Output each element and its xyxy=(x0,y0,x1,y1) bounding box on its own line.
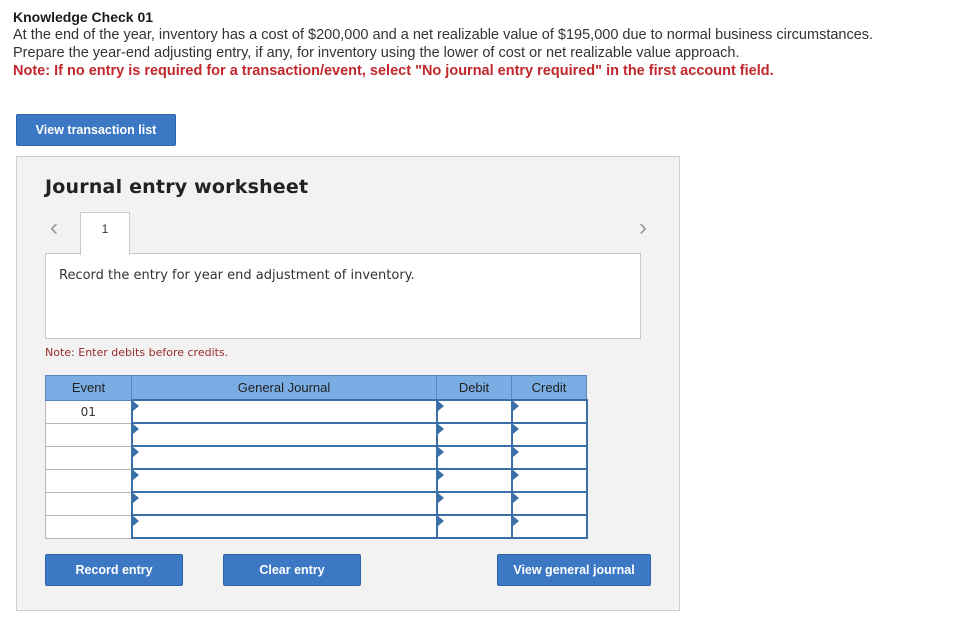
table-row: 01 xyxy=(45,399,588,424)
event-cell: 01 xyxy=(45,399,132,424)
account-select[interactable] xyxy=(130,468,438,493)
debit-input[interactable] xyxy=(435,445,513,470)
event-cell xyxy=(45,445,132,470)
debit-input[interactable] xyxy=(435,491,513,516)
tab-label: 1 xyxy=(101,222,109,236)
credit-input[interactable] xyxy=(510,399,588,424)
event-cell xyxy=(45,514,132,539)
journal-entry-table: Event General Journal Debit Credit 01 xyxy=(45,375,588,539)
debit-input[interactable] xyxy=(435,468,513,493)
credit-input[interactable] xyxy=(510,491,588,516)
column-header-debit: Debit xyxy=(436,375,512,401)
table-row xyxy=(45,445,588,470)
event-cell xyxy=(45,468,132,493)
event-cell xyxy=(45,422,132,447)
record-entry-button[interactable]: Record entry xyxy=(45,554,183,586)
column-header-event: Event xyxy=(45,375,132,401)
debit-input[interactable] xyxy=(435,399,513,424)
view-general-journal-button[interactable]: View general journal xyxy=(497,554,651,586)
tab-1[interactable]: 1 xyxy=(80,212,130,255)
clear-entry-button[interactable]: Clear entry xyxy=(223,554,361,586)
table-row xyxy=(45,422,588,447)
debit-input[interactable] xyxy=(435,422,513,447)
column-header-general-journal: General Journal xyxy=(131,375,437,401)
table-row xyxy=(45,491,588,516)
credit-input[interactable] xyxy=(510,422,588,447)
view-transaction-list-button[interactable]: View transaction list xyxy=(16,114,176,146)
credit-input[interactable] xyxy=(510,445,588,470)
question-text-line-2: Prepare the year-end adjusting entry, if… xyxy=(13,45,740,61)
question-note: Note: If no entry is required for a tran… xyxy=(13,63,774,79)
worksheet-title: Journal entry worksheet xyxy=(45,176,309,198)
credit-input[interactable] xyxy=(510,468,588,493)
credit-input[interactable] xyxy=(510,514,588,539)
table-row xyxy=(45,514,588,539)
account-select[interactable] xyxy=(130,445,438,470)
chevron-right-icon[interactable]: › xyxy=(633,215,653,241)
account-select[interactable] xyxy=(130,491,438,516)
chevron-left-icon[interactable]: ‹ xyxy=(44,215,64,241)
column-header-credit: Credit xyxy=(511,375,587,401)
account-select[interactable] xyxy=(130,422,438,447)
account-select[interactable] xyxy=(130,514,438,539)
event-cell xyxy=(45,491,132,516)
entry-description-box xyxy=(45,253,641,339)
question-text-line-1: At the end of the year, inventory has a … xyxy=(13,27,874,43)
table-row xyxy=(45,468,588,493)
question-title: Knowledge Check 01 xyxy=(13,9,154,25)
account-select[interactable] xyxy=(130,399,438,424)
debits-note: Note: Enter debits before credits. xyxy=(45,346,229,359)
entry-description: Record the entry for year end adjustment… xyxy=(59,268,415,283)
debit-input[interactable] xyxy=(435,514,513,539)
